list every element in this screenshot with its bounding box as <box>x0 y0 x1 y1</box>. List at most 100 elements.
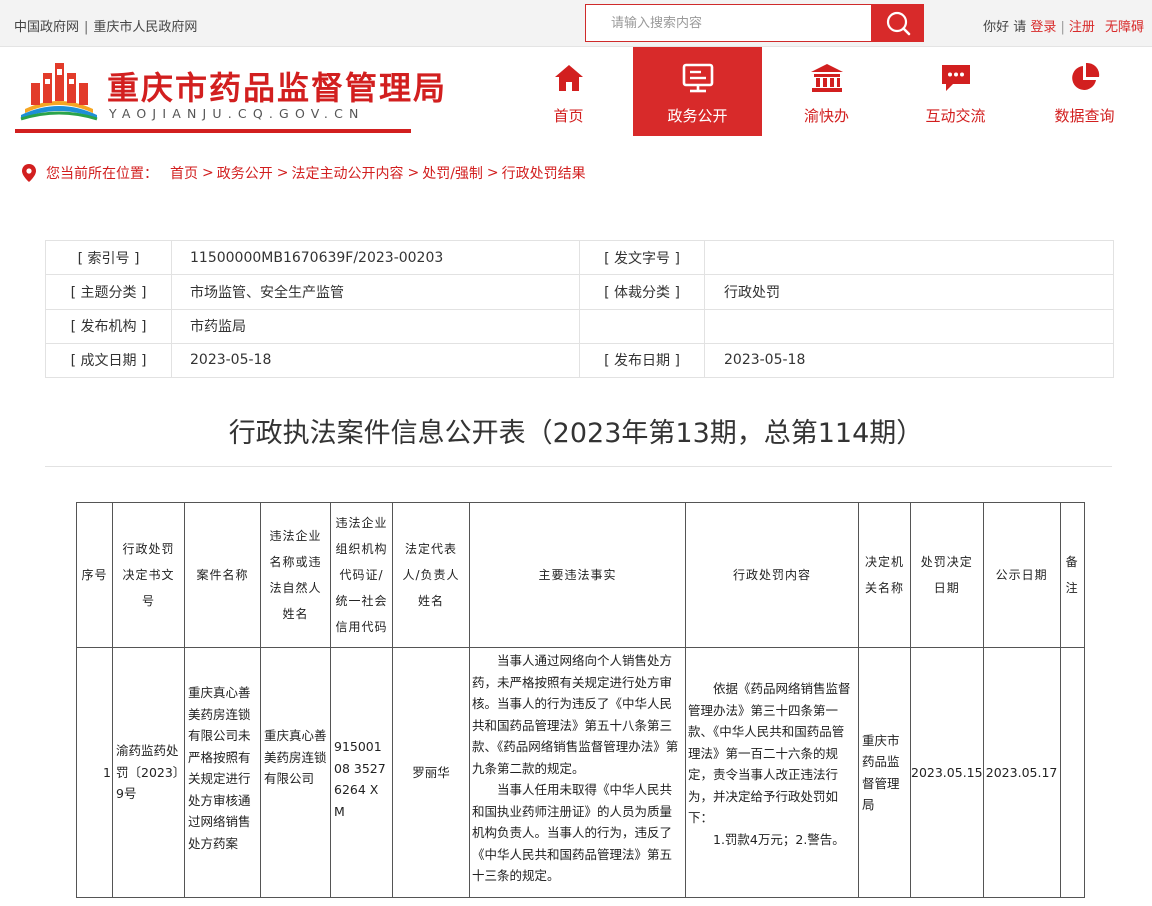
cell-decision-no: 渝药监药处罚〔2023〕9号 <box>112 647 185 898</box>
header-seq: 序号 <box>76 502 113 648</box>
header-decision-date: 处罚决定日期 <box>910 502 984 648</box>
meta-empty-cell <box>579 308 705 344</box>
cell-case-name: 重庆真心善美药房连锁有限公司未严格按照有关规定进行处方审核通过网络销售处方药案 <box>184 647 261 898</box>
cell-authority: 重庆市药品监督管理局 <box>858 647 911 898</box>
header-publish-date: 公示日期 <box>982 502 1061 648</box>
nav-interaction[interactable]: 互动交流 <box>891 47 1020 136</box>
breadcrumb: 您当前所在位置： 首页 > 政务公开 > 法定主动公开内容 > 处罚/强制 > … <box>22 163 586 183</box>
search-input[interactable] <box>586 5 871 41</box>
search-box <box>585 4 872 42</box>
meta-created-value: 2023-05-18 <box>171 342 580 379</box>
cell-publish-date: 2023.05.17 <box>982 647 1061 898</box>
facts-paragraph: 当事人通过网络向个人销售处方药，未严格按照有关规定进行处方审核。当事人的行为违反… <box>472 653 679 776</box>
breadcrumb-home[interactable]: 首页 <box>170 163 198 183</box>
header-penalty: 行政处罚内容 <box>685 502 859 648</box>
breadcrumb-penalty[interactable]: 处罚/强制 <box>422 163 483 183</box>
cell-penalty: 依据《药品网络销售监督管理办法》第三十四条第一款、《中华人民共和国药品管理法》第… <box>685 647 859 898</box>
penalty-paragraph: 1.罚款4万元；2.警告。 <box>713 831 845 847</box>
header-decision-no: 行政处罚 决定书文号 <box>112 502 187 648</box>
cell-facts: 当事人通过网络向个人销售处方药，未严格按照有关规定进行处方审核。当事人的行为违反… <box>469 647 686 898</box>
nav-data-query-label: 数据查询 <box>1054 107 1115 125</box>
cell-note <box>1059 647 1085 898</box>
search-button[interactable] <box>871 4 924 42</box>
facts-paragraph: 当事人任用未取得《中华人民共和国执业药师注册证》的人员为质量机构负责人。当事人的… <box>472 782 673 883</box>
nav-interaction-label: 互动交流 <box>925 107 986 125</box>
case-info-table: 序号 行政处罚 决定书文号 案件名称 违法企业名称或违法自然人姓名 违法企业组织… <box>76 502 1085 898</box>
title-underline <box>15 129 411 133</box>
nav-yukuaiban-label: 渝快办 <box>803 107 849 125</box>
document-meta-table: [ 索引号 ] 11500000MB1670639F/2023-00203 [ … <box>45 239 1114 379</box>
nav-gov-affairs-label: 政务公开 <box>667 107 728 125</box>
screen-icon <box>682 63 713 93</box>
nav-data-query[interactable]: 数据查询 <box>1020 47 1149 136</box>
site-title[interactable]: 重庆市药品监督管理局 <box>107 63 447 109</box>
header-facts: 主要违法事实 <box>469 502 686 648</box>
cell-decision-date: 2023.05.15 <box>910 647 984 898</box>
greeting: 你好 <box>983 20 1010 35</box>
header-case-name: 案件名称 <box>184 502 261 648</box>
please-text: 请 <box>1013 20 1027 35</box>
meta-docno-label: [ 发文字号 ] <box>579 239 705 276</box>
meta-genre-value: 行政处罚 <box>704 274 1114 310</box>
meta-empty-cell <box>704 308 1114 344</box>
breadcrumb-gov-affairs[interactable]: 政务公开 <box>217 163 273 183</box>
meta-genre-label: [ 体裁分类 ] <box>579 274 705 310</box>
meta-row: [ 索引号 ] 11500000MB1670639F/2023-00203 [ … <box>45 239 1114 276</box>
meta-docno-value <box>704 239 1114 276</box>
logo-emblem-icon[interactable] <box>17 57 101 123</box>
meta-org-value: 市药监局 <box>171 308 580 344</box>
meta-row: [ 成文日期 ] 2023-05-18 [ 发布日期 ] 2023-05-18 <box>45 342 1114 379</box>
divider: | <box>84 20 89 35</box>
header-authority: 决定机关名称 <box>858 502 911 648</box>
top-bar: 中国政府网 | 重庆市人民政府网 你好 请 登录 | 注册 无障碍 <box>0 0 1152 47</box>
meta-index-value: 11500000MB1670639F/2023-00203 <box>171 239 580 276</box>
nav-home-label: 首页 <box>553 107 584 125</box>
site-domain: YAOJIANJU.CQ.GOV.CN <box>109 106 365 121</box>
meta-topic-label: [ 主题分类 ] <box>45 274 172 310</box>
breadcrumb-separator: > <box>407 165 420 181</box>
search-icon <box>886 11 910 36</box>
cell-legal-rep: 罗丽华 <box>392 647 470 898</box>
location-pin-icon <box>22 164 36 182</box>
nav-gov-affairs[interactable]: 政务公开 <box>633 47 762 136</box>
gov-links: 中国政府网 | 重庆市人民政府网 <box>14 16 197 35</box>
meta-created-label: [ 成文日期 ] <box>45 342 172 379</box>
login-link[interactable]: 登录 <box>1030 20 1056 35</box>
table-row: 1 渝药监药处罚〔2023〕9号 重庆真心善美药房连锁有限公司未严格按照有关规定… <box>76 647 1085 898</box>
penalty-paragraph: 依据《药品网络销售监督管理办法》第三十四条第一款、《中华人民共和国药品管理法》第… <box>688 681 851 825</box>
divider: | <box>1060 20 1065 35</box>
breadcrumb-statutory[interactable]: 法定主动公开内容 <box>291 163 403 183</box>
nav-home[interactable]: 首页 <box>504 47 633 136</box>
breadcrumb-separator: > <box>202 165 214 181</box>
document-title: 行政执法案件信息公开表（2023年第13期，总第114期） <box>228 418 924 449</box>
home-icon <box>554 65 583 91</box>
user-links: 你好 请 登录 | 注册 无障碍 <box>983 16 1144 35</box>
nav-yukuaiban[interactable]: 渝快办 <box>762 47 891 136</box>
pie-chart-icon <box>1071 62 1099 90</box>
gov-link-china[interactable]: 中国政府网 <box>14 20 79 35</box>
meta-row: [ 发布机构 ] 市药监局 <box>45 308 1114 344</box>
meta-row: [ 主题分类 ] 市场监管、安全生产监管 [ 体裁分类 ] 行政处罚 <box>45 274 1114 310</box>
header-note: 备注 <box>1059 502 1085 648</box>
chat-icon <box>941 65 970 91</box>
title-divider <box>45 466 1112 467</box>
header-org-code: 违法企业组织机构代码证/统一社会信用代码 <box>330 502 393 648</box>
gov-link-chongqing[interactable]: 重庆市人民政府网 <box>93 20 197 35</box>
meta-topic-value: 市场监管、安全生产监管 <box>171 274 580 310</box>
accessibility-link[interactable]: 无障碍 <box>1105 20 1144 35</box>
breadcrumb-separator: > <box>276 165 289 181</box>
meta-published-label: [ 发布日期 ] <box>579 342 705 379</box>
breadcrumb-lead: 您当前所在位置： <box>46 166 158 182</box>
breadcrumb-separator: > <box>486 165 499 181</box>
header-violator: 违法企业名称或违法自然人姓名 <box>260 502 331 648</box>
breadcrumb-results[interactable]: 行政处罚结果 <box>502 163 586 183</box>
bank-icon <box>810 64 843 92</box>
header-legal-rep: 法定代表人/负责人姓名 <box>392 502 470 648</box>
meta-published-value: 2023-05-18 <box>704 342 1114 379</box>
table-header-row: 序号 行政处罚 决定书文号 案件名称 违法企业名称或违法自然人姓名 违法企业组织… <box>76 502 1085 648</box>
meta-org-label: [ 发布机构 ] <box>45 308 172 344</box>
cell-seq: 1 <box>76 647 113 898</box>
register-link[interactable]: 注册 <box>1069 20 1095 35</box>
cell-org-code: 91500108 35276264 XM <box>330 647 393 898</box>
cell-violator: 重庆真心善美药房连锁有限公司 <box>260 647 331 898</box>
